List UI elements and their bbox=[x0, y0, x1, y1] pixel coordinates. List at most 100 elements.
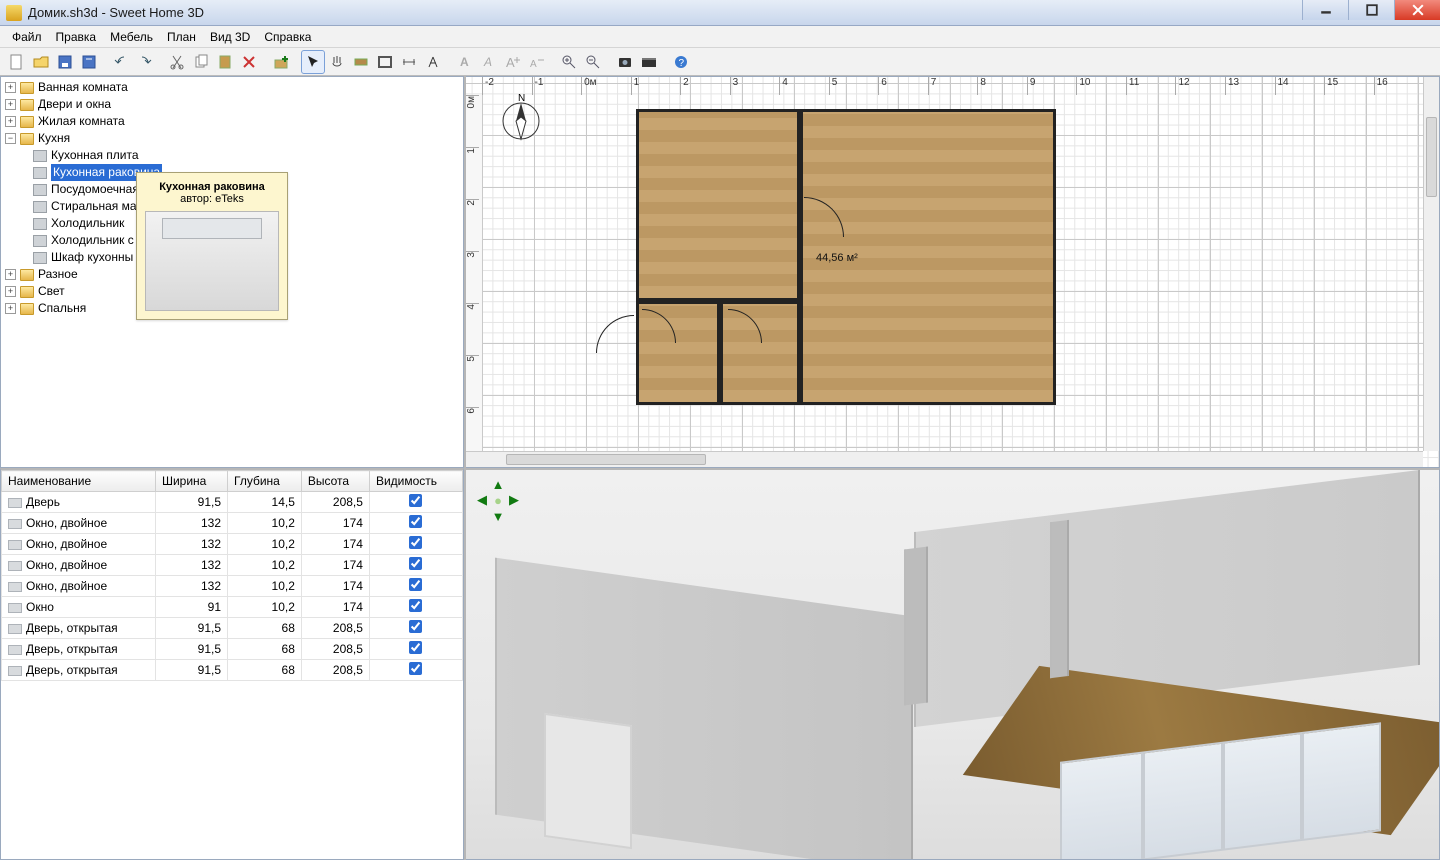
visibility-checkbox[interactable] bbox=[409, 536, 422, 549]
arrow-up-icon[interactable]: ▲ bbox=[490, 476, 506, 492]
redo-icon[interactable] bbox=[134, 51, 156, 73]
open-file-icon[interactable] bbox=[30, 51, 52, 73]
close-button[interactable] bbox=[1394, 0, 1440, 20]
cell-depth: 10,2 bbox=[228, 576, 302, 597]
table-row[interactable]: Дверь, открытая91,568208,5 bbox=[2, 639, 463, 660]
table-header[interactable]: Высота bbox=[301, 471, 369, 492]
visibility-checkbox[interactable] bbox=[409, 620, 422, 633]
cell-width: 132 bbox=[155, 555, 227, 576]
save-file-icon[interactable] bbox=[54, 51, 76, 73]
plan-room[interactable] bbox=[636, 109, 800, 301]
horizontal-scrollbar[interactable] bbox=[466, 451, 1423, 467]
help-icon[interactable]: ? bbox=[670, 51, 692, 73]
copy-icon[interactable] bbox=[190, 51, 212, 73]
expand-icon[interactable]: + bbox=[5, 286, 16, 297]
catalog-category[interactable]: +Ванная комната bbox=[5, 79, 459, 96]
text-smaller-icon[interactable]: A bbox=[526, 51, 548, 73]
zoom-out-icon[interactable] bbox=[582, 51, 604, 73]
view3d-pane[interactable]: ▲ ◀ ● ▶ ▼ bbox=[466, 468, 1440, 860]
arrow-down-icon[interactable]: ▼ bbox=[490, 508, 506, 524]
cell-name: Окно bbox=[26, 600, 54, 614]
text-bold-icon[interactable]: A bbox=[454, 51, 476, 73]
cut-icon[interactable] bbox=[166, 51, 188, 73]
table-row[interactable]: Дверь91,514,5208,5 bbox=[2, 492, 463, 513]
visibility-checkbox[interactable] bbox=[409, 599, 422, 612]
minimize-button[interactable] bbox=[1302, 0, 1348, 20]
menu-help[interactable]: Справка bbox=[258, 28, 317, 46]
visibility-checkbox[interactable] bbox=[409, 641, 422, 654]
catalog-category[interactable]: +Жилая комната bbox=[5, 113, 459, 130]
table-header[interactable]: Глубина bbox=[228, 471, 302, 492]
table-row[interactable]: Окно, двойное13210,2174 bbox=[2, 534, 463, 555]
svg-text:?: ? bbox=[679, 58, 685, 69]
table-header[interactable]: Ширина bbox=[155, 471, 227, 492]
menu-file[interactable]: Файл bbox=[6, 28, 48, 46]
menu-edit[interactable]: Правка bbox=[50, 28, 103, 46]
expand-icon[interactable]: + bbox=[5, 269, 16, 280]
table-row[interactable]: Окно9110,2174 bbox=[2, 597, 463, 618]
furniture-list-pane[interactable]: НаименованиеШиринаГлубинаВысотаВидимость… bbox=[0, 468, 464, 860]
scrollbar-thumb[interactable] bbox=[506, 454, 706, 465]
table-row[interactable]: Окно, двойное13210,2174 bbox=[2, 576, 463, 597]
maximize-button[interactable] bbox=[1348, 0, 1394, 20]
visibility-checkbox[interactable] bbox=[409, 557, 422, 570]
nav-center-icon[interactable]: ● bbox=[490, 492, 506, 508]
new-file-icon[interactable] bbox=[6, 51, 28, 73]
wall-3d bbox=[904, 546, 928, 705]
visibility-checkbox[interactable] bbox=[409, 578, 422, 591]
pan-tool-icon[interactable] bbox=[326, 51, 348, 73]
text-bigger-icon[interactable]: A bbox=[502, 51, 524, 73]
furniture-icon bbox=[8, 519, 22, 529]
undo-icon[interactable] bbox=[110, 51, 132, 73]
delete-icon[interactable] bbox=[238, 51, 260, 73]
select-tool-icon[interactable] bbox=[302, 51, 324, 73]
dimension-tool-icon[interactable] bbox=[398, 51, 420, 73]
expand-icon[interactable]: + bbox=[5, 82, 16, 93]
scrollbar-thumb[interactable] bbox=[1426, 117, 1437, 197]
visibility-checkbox[interactable] bbox=[409, 494, 422, 507]
navigation-pad[interactable]: ▲ ◀ ● ▶ ▼ bbox=[474, 476, 522, 524]
compass-icon[interactable]: N bbox=[494, 91, 548, 145]
catalog-category[interactable]: −Кухня bbox=[5, 130, 459, 147]
visibility-checkbox[interactable] bbox=[409, 662, 422, 675]
menu-plan[interactable]: План bbox=[161, 28, 202, 46]
table-header[interactable]: Наименование bbox=[2, 471, 156, 492]
cell-depth: 14,5 bbox=[228, 492, 302, 513]
collapse-icon[interactable]: − bbox=[5, 133, 16, 144]
photo-icon[interactable] bbox=[614, 51, 636, 73]
furniture-catalog-pane[interactable]: +Ванная комната+Двери и окна+Жилая комна… bbox=[0, 76, 464, 468]
video-icon[interactable] bbox=[638, 51, 660, 73]
save-prefs-icon[interactable] bbox=[78, 51, 100, 73]
table-header[interactable]: Видимость bbox=[369, 471, 462, 492]
table-row[interactable]: Дверь, открытая91,568208,5 bbox=[2, 618, 463, 639]
menu-furn[interactable]: Мебель bbox=[104, 28, 159, 46]
zoom-in-icon[interactable] bbox=[558, 51, 580, 73]
catalog-item[interactable]: Кухонная плита bbox=[5, 147, 459, 164]
door-3d bbox=[544, 713, 632, 850]
table-row[interactable]: Окно, двойное13210,2174 bbox=[2, 555, 463, 576]
vertical-scrollbar[interactable] bbox=[1423, 77, 1439, 451]
folder-icon bbox=[20, 116, 34, 128]
vertical-ruler: 0м123456 bbox=[466, 95, 482, 451]
room-tool-icon[interactable] bbox=[374, 51, 396, 73]
expand-icon[interactable]: + bbox=[5, 116, 16, 127]
expand-icon[interactable]: + bbox=[5, 99, 16, 110]
arrow-right-icon[interactable]: ▶ bbox=[506, 492, 522, 508]
view3d-scene[interactable] bbox=[466, 470, 1439, 859]
visibility-checkbox[interactable] bbox=[409, 515, 422, 528]
table-row[interactable]: Дверь, открытая91,568208,5 bbox=[2, 660, 463, 681]
catalog-category[interactable]: +Двери и окна bbox=[5, 96, 459, 113]
add-furniture-icon[interactable] bbox=[270, 51, 292, 73]
window-title: Домик.sh3d - Sweet Home 3D bbox=[28, 5, 204, 20]
table-row[interactable]: Окно, двойное13210,2174 bbox=[2, 513, 463, 534]
cell-width: 91 bbox=[155, 597, 227, 618]
paste-icon[interactable] bbox=[214, 51, 236, 73]
arrow-left-icon[interactable]: ◀ bbox=[474, 492, 490, 508]
tooltip-title: Кухонная раковина bbox=[145, 181, 279, 193]
wall-tool-icon[interactable] bbox=[350, 51, 372, 73]
expand-icon[interactable]: + bbox=[5, 303, 16, 314]
text-tool-icon[interactable] bbox=[422, 51, 444, 73]
plan-pane[interactable]: -2-10м12345678910111213141516 0м123456 N… bbox=[466, 76, 1440, 468]
menu-view3d[interactable]: Вид 3D bbox=[204, 28, 256, 46]
text-italic-icon[interactable]: A bbox=[478, 51, 500, 73]
